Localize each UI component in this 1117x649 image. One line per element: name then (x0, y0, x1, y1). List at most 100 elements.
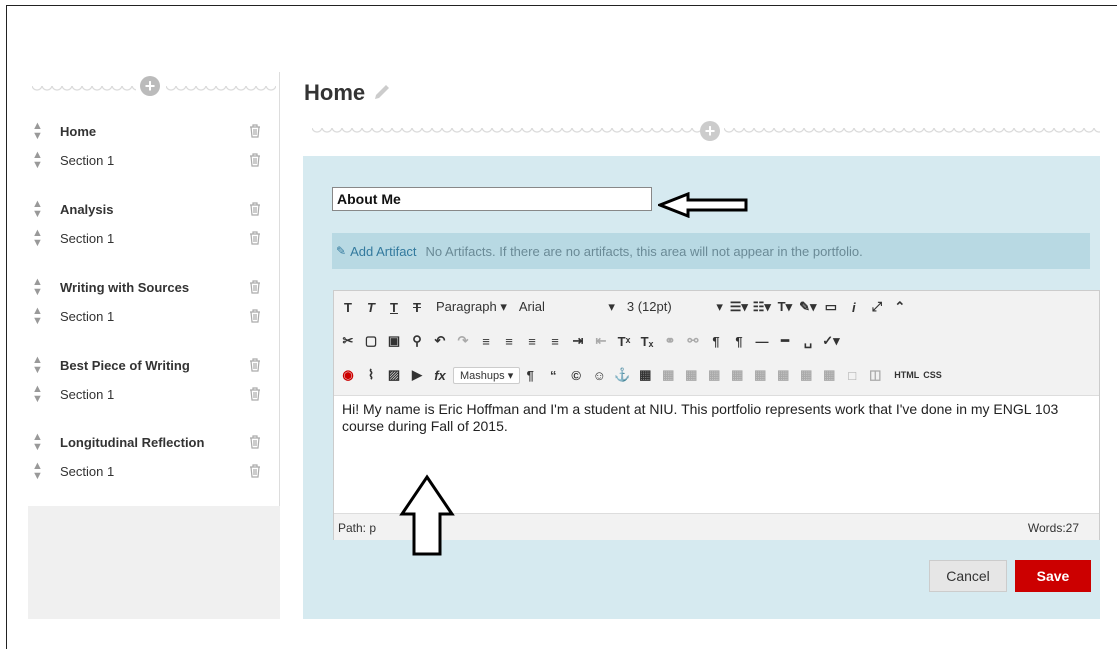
trash-icon[interactable] (249, 231, 261, 245)
paste-icon[interactable]: ▣ (384, 333, 404, 349)
reorder-handle-icon[interactable]: ▲ ▼ (32, 199, 43, 220)
css-button[interactable]: CSS (923, 370, 942, 380)
toolbar-row-3: ◉ ⌇ ▨ ▶ fx Mashups ▾ ¶ “ © ☺ ⚓ ▦ ▦ ▦ ▦ ▦… (338, 363, 942, 387)
row-after-icon[interactable]: ▦ (727, 367, 747, 383)
trash-icon[interactable] (249, 358, 261, 372)
sidebar-item-section[interactable]: ▲ ▼ Section 1 (28, 225, 280, 251)
ltr-icon[interactable]: ¶ (706, 334, 726, 349)
copyright-icon[interactable]: © (566, 368, 586, 383)
sidebar-item-section[interactable]: ▲ ▼ Section 1 (28, 381, 280, 407)
italic-icon[interactable]: T (361, 300, 381, 315)
row-before-icon[interactable]: ▦ (704, 367, 724, 383)
trash-icon[interactable] (249, 387, 261, 401)
trash-icon[interactable] (249, 280, 261, 294)
reorder-handle-icon[interactable]: ▲ ▼ (32, 384, 43, 405)
col-after-icon[interactable]: ▦ (796, 367, 816, 383)
fullscreen-icon[interactable]: ⤢ (867, 299, 887, 315)
delete-col-icon[interactable]: ▦ (819, 367, 839, 383)
edit-pencil-icon[interactable] (372, 82, 392, 102)
undo-icon[interactable]: ↶ (430, 333, 450, 349)
find-icon[interactable]: ⚲ (407, 333, 427, 349)
strikethrough-icon[interactable]: T (407, 300, 427, 315)
reorder-handle-icon[interactable]: ▲ ▼ (32, 150, 43, 171)
cancel-button[interactable]: Cancel (929, 560, 1007, 592)
add-page-icon[interactable]: + (140, 76, 160, 96)
bold-icon[interactable]: T (338, 300, 358, 315)
numbered-list-icon[interactable]: ☷▾ (752, 299, 772, 315)
record-icon[interactable]: ◉ (338, 367, 358, 383)
sidebar-item-page[interactable]: ▲ ▼ Home (28, 118, 280, 144)
highlight-icon[interactable]: ✎▾ (798, 299, 818, 315)
image-icon[interactable]: ▨ (384, 367, 404, 383)
rtl-icon[interactable]: ¶ (729, 334, 749, 349)
format-select[interactable]: Paragraph ▾ (430, 297, 513, 317)
reorder-handle-icon[interactable]: ▲ ▼ (32, 121, 43, 142)
align-center-icon[interactable]: ≡ (499, 334, 519, 349)
nonbreaking-space-icon[interactable]: ␣ (798, 333, 818, 349)
add-section-icon[interactable]: + (700, 121, 720, 141)
info-icon[interactable]: i (844, 300, 864, 315)
trash-icon[interactable] (249, 153, 261, 167)
save-button[interactable]: Save (1015, 560, 1091, 592)
sidebar-item-page[interactable]: ▲ ▼ Analysis (28, 196, 280, 222)
sidebar-item-page[interactable]: ▲ ▼ Writing with Sources (28, 274, 280, 300)
text-color-icon[interactable]: T▾ (775, 299, 795, 315)
unlink-icon[interactable]: ⚯ (683, 333, 703, 349)
outdent-icon[interactable]: ⇤ (591, 333, 611, 349)
sidebar-item-section[interactable]: ▲ ▼ Section 1 (28, 458, 280, 484)
sidebar-item-page[interactable]: ▲ ▼ Longitudinal Reflection (28, 429, 280, 455)
split-cell-icon[interactable]: □ (842, 368, 862, 383)
delete-row-icon[interactable]: ▦ (750, 367, 770, 383)
sidebar-item-section[interactable]: ▲ ▼ Section 1 (28, 147, 280, 173)
collapse-icon[interactable]: ⌃ (890, 299, 910, 315)
cell-props-icon[interactable]: ▦ (681, 367, 701, 383)
trash-icon[interactable] (249, 309, 261, 323)
table-icon[interactable]: ▦ (635, 367, 655, 383)
superscript-icon[interactable]: Tˣ (614, 334, 634, 349)
bullet-list-icon[interactable]: ☰▾ (729, 299, 749, 315)
paragraph-mark-icon[interactable]: ¶ (520, 368, 540, 383)
media-icon[interactable]: ▶ (407, 367, 427, 383)
size-select[interactable]: 3 (12pt) ▾ (620, 297, 729, 317)
spellcheck-icon[interactable]: ✓▾ (821, 333, 841, 349)
table-props-icon[interactable]: ▦ (658, 367, 678, 383)
redo-icon[interactable]: ↷ (453, 333, 473, 349)
html-button[interactable]: HTML (894, 370, 919, 380)
reorder-handle-icon[interactable]: ▲ ▼ (32, 228, 43, 249)
underline-icon[interactable]: T (384, 300, 404, 315)
editor-content[interactable]: Hi! My name is Eric Hoffman and I'm a st… (342, 401, 1092, 435)
trash-icon[interactable] (249, 124, 261, 138)
horizontal-rule-icon[interactable]: — (752, 334, 772, 349)
add-artifact-link[interactable]: Add Artifact (350, 244, 416, 259)
reorder-handle-icon[interactable]: ▲ ▼ (32, 277, 43, 298)
anchor-icon[interactable]: ⚓ (612, 367, 632, 383)
col-before-icon[interactable]: ▦ (773, 367, 793, 383)
mashups-button[interactable]: Mashups ▾ (453, 366, 521, 384)
reorder-handle-icon[interactable]: ▲ ▼ (32, 432, 43, 453)
subscript-icon[interactable]: Tₓ (637, 334, 657, 349)
reorder-handle-icon[interactable]: ▲ ▼ (32, 461, 43, 482)
attach-icon[interactable]: ⌇ (361, 367, 381, 383)
reorder-handle-icon[interactable]: ▲ ▼ (32, 306, 43, 327)
reorder-handle-icon[interactable]: ▲ ▼ (32, 355, 43, 376)
cut-icon[interactable]: ✂ (338, 333, 358, 349)
thick-rule-icon[interactable]: ━ (775, 333, 795, 349)
align-right-icon[interactable]: ≡ (522, 334, 542, 349)
indent-icon[interactable]: ⇥ (568, 333, 588, 349)
math-icon[interactable]: fx (430, 368, 450, 383)
emoticon-icon[interactable]: ☺ (589, 368, 609, 383)
sidebar-item-page[interactable]: ▲ ▼ Best Piece of Writing (28, 352, 280, 378)
justify-icon[interactable]: ≡ (545, 334, 565, 349)
trash-icon[interactable] (249, 464, 261, 478)
preview-icon[interactable]: ▭ (821, 299, 841, 315)
trash-icon[interactable] (249, 435, 261, 449)
align-left-icon[interactable]: ≡ (476, 334, 496, 349)
copy-icon[interactable]: ▢ (361, 333, 381, 349)
font-select[interactable]: Arial ▾ (512, 297, 621, 317)
section-title-input[interactable] (332, 187, 652, 211)
trash-icon[interactable] (249, 202, 261, 216)
merge-cell-icon[interactable]: ◫ (865, 367, 885, 383)
link-icon[interactable]: ⚭ (660, 333, 680, 349)
quote-icon[interactable]: “ (543, 368, 563, 383)
sidebar-item-section[interactable]: ▲ ▼ Section 1 (28, 303, 280, 329)
